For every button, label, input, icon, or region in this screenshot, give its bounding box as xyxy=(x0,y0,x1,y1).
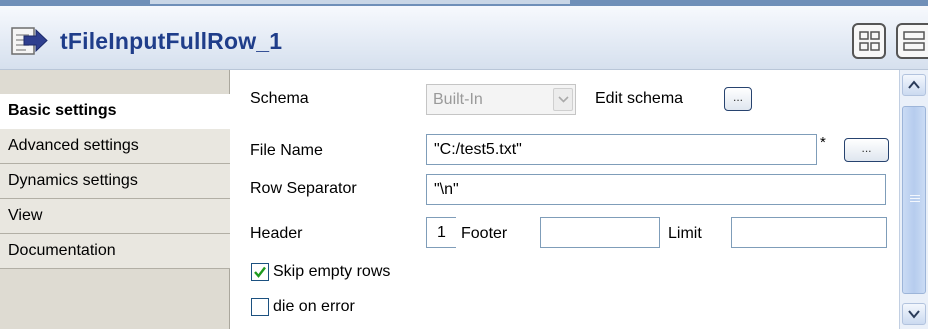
file-name-input[interactable]: "C:/test5.txt" xyxy=(426,134,817,165)
edit-schema-button[interactable]: ... xyxy=(724,87,752,111)
settings-sidebar: Basic settings Advanced settings Dynamic… xyxy=(0,70,231,329)
die-on-error-label: die on error xyxy=(273,298,355,315)
limit-label: Limit xyxy=(668,225,702,242)
row-separator-input[interactable]: "\n" xyxy=(426,174,886,205)
tab-label: Dynamics settings xyxy=(8,172,138,189)
schema-select-value: Built-In xyxy=(433,91,483,108)
skip-empty-rows-label: Skip empty rows xyxy=(273,263,391,280)
tab-documentation[interactable]: Documentation xyxy=(0,234,230,269)
limit-input[interactable] xyxy=(731,217,887,248)
scroll-up-button[interactable] xyxy=(902,74,926,96)
grid-view-button[interactable] xyxy=(852,23,886,59)
grip-line xyxy=(910,195,920,196)
schema-label: Schema xyxy=(250,90,309,107)
grip-line xyxy=(910,201,920,202)
tab-label: Basic settings xyxy=(8,102,117,119)
tab-advanced-settings[interactable]: Advanced settings xyxy=(0,129,230,164)
tab-view[interactable]: View xyxy=(0,199,230,234)
required-marker: * xyxy=(820,134,826,151)
edit-schema-label: Edit schema xyxy=(595,90,684,107)
header-label: Header xyxy=(250,225,303,242)
component-header: tFileInputFullRow_1 xyxy=(0,6,928,70)
window-top-strip-highlight xyxy=(150,0,570,4)
tab-label: Advanced settings xyxy=(8,137,139,154)
component-title: tFileInputFullRow_1 xyxy=(60,28,283,54)
tab-label: Documentation xyxy=(8,242,116,259)
footer-input[interactable] xyxy=(540,217,660,248)
vertical-scrollbar[interactable] xyxy=(899,70,928,329)
footer-label: Footer xyxy=(461,225,508,242)
chevron-down-icon xyxy=(553,88,573,111)
schema-select[interactable]: Built-In xyxy=(426,84,576,115)
row-separator-label: Row Separator xyxy=(250,180,357,197)
scrollbar-thumb[interactable] xyxy=(902,106,926,294)
die-on-error-checkbox[interactable] xyxy=(251,298,269,316)
file-name-label: File Name xyxy=(250,142,323,159)
tab-dynamics-settings[interactable]: Dynamics settings xyxy=(0,164,230,199)
skip-empty-rows-checkbox[interactable] xyxy=(251,263,269,281)
tab-label: View xyxy=(8,207,43,224)
tab-basic-settings[interactable]: Basic settings xyxy=(0,94,231,129)
scroll-down-button[interactable] xyxy=(902,303,926,325)
grip-line xyxy=(910,198,920,199)
file-input-arrow-icon xyxy=(10,24,48,58)
header-input[interactable]: 1 xyxy=(426,217,456,248)
basic-settings-panel: Schema Built-In Edit schema ... File Nam… xyxy=(231,70,899,329)
list-view-button[interactable] xyxy=(896,23,928,59)
browse-file-button[interactable]: ... xyxy=(844,138,889,162)
